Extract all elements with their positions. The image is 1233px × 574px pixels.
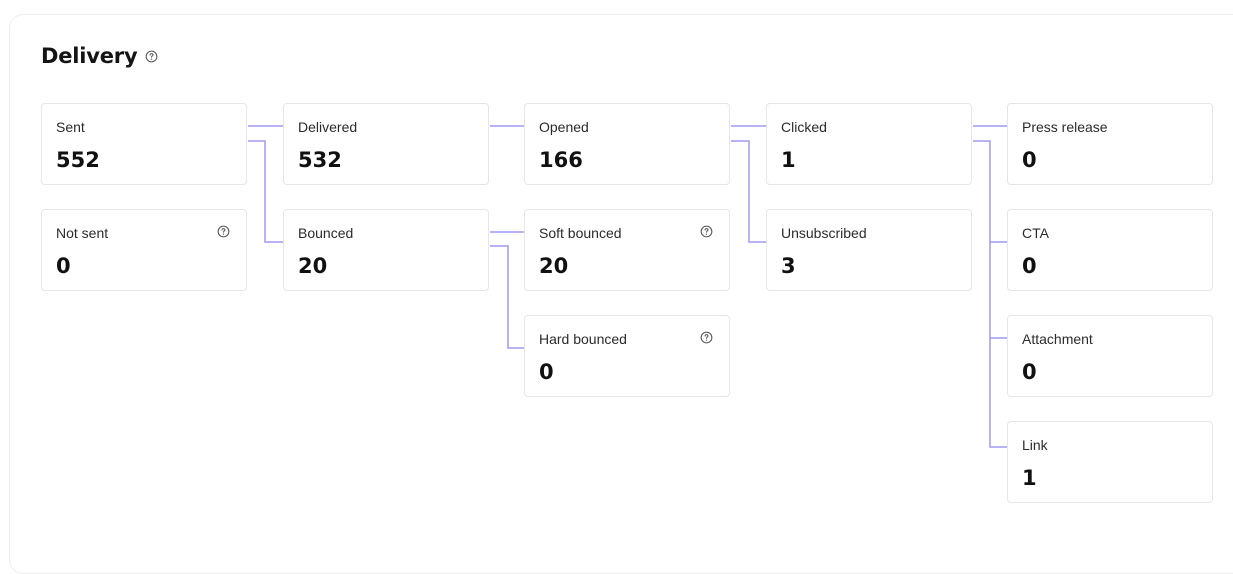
stat-value: 1 [1022,466,1037,490]
stat-card-press-release[interactable]: Press release 0 [1007,103,1213,185]
stat-card-clicked[interactable]: Clicked 1 [766,103,972,185]
stat-label: Link [1022,437,1048,453]
stat-value: 0 [56,254,71,278]
stat-label: Opened [539,119,589,135]
stat-card-delivered[interactable]: Delivered 532 [283,103,489,185]
section-title: Delivery [41,44,138,68]
help-icon[interactable] [145,50,158,63]
section-header: Delivery [41,44,158,68]
stat-value: 20 [539,254,569,278]
stat-card-opened[interactable]: Opened 166 [524,103,730,185]
stat-value: 552 [56,148,100,172]
stat-card-not-sent[interactable]: Not sent 0 [41,209,247,291]
help-icon[interactable] [700,331,713,349]
stat-label: Hard bounced [539,331,627,347]
stat-value: 20 [298,254,328,278]
stat-label: Sent [56,119,85,135]
stat-value: 166 [539,148,583,172]
stat-label: Delivered [298,119,358,135]
stat-value: 0 [539,360,554,384]
stat-card-cta[interactable]: CTA 0 [1007,209,1213,291]
stat-card-sent[interactable]: Sent 552 [41,103,247,185]
stat-value: 532 [298,148,342,172]
stat-label: Press release [1022,119,1108,135]
stat-value: 3 [781,254,796,278]
stat-label: Attachment [1022,331,1093,347]
stat-label: CTA [1022,225,1049,241]
stat-value: 0 [1022,148,1037,172]
help-icon[interactable] [217,225,230,243]
stat-label: Clicked [781,119,827,135]
stat-label: Soft bounced [539,225,622,241]
stat-label: Bounced [298,225,354,241]
stat-card-hard-bounced[interactable]: Hard bounced 0 [524,315,730,397]
stat-card-bounced[interactable]: Bounced 20 [283,209,489,291]
stat-value: 0 [1022,254,1037,278]
stat-value: 1 [781,148,796,172]
help-icon[interactable] [700,225,713,243]
stat-label: Unsubscribed [781,225,867,241]
stat-label: Not sent [56,225,109,241]
stat-card-link[interactable]: Link 1 [1007,421,1213,503]
stat-card-unsubscribed[interactable]: Unsubscribed 3 [766,209,972,291]
stat-value: 0 [1022,360,1037,384]
stat-card-soft-bounced[interactable]: Soft bounced 20 [524,209,730,291]
stat-card-attachment[interactable]: Attachment 0 [1007,315,1213,397]
